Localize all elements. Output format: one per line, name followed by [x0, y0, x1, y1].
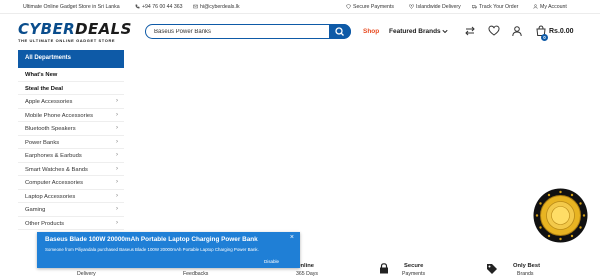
compare-icon[interactable] [464, 25, 476, 37]
lock-icon [380, 263, 388, 274]
truck-icon [472, 5, 477, 9]
location-pin-icon [409, 4, 414, 9]
chevron-right-icon: › [116, 152, 118, 158]
feature-brands: Only Best Brands [486, 258, 556, 278]
chevron-right-icon: › [116, 138, 118, 145]
notification-message: Someone from Piliyandala purchased Baseu… [45, 247, 259, 252]
sidebar-item[interactable]: Computer Accessories › [18, 176, 124, 190]
chevron-right-icon: › [116, 165, 118, 172]
sidebar-item-label: Earphones & Earbuds [25, 153, 82, 159]
sidebar-item[interactable]: Gaming › [18, 203, 124, 217]
logo-tagline: THE ULTIMATE ONLINE GADGET STORE [18, 38, 116, 43]
sidebar-item[interactable]: What's New [18, 68, 124, 82]
chevron-right-icon: › [116, 98, 118, 104]
store-tagline: Ultimate Online Gadget Store in Sri Lank… [23, 4, 120, 10]
my-account-label: My Account [540, 4, 567, 10]
feature-feedbacks-sub: Feedbacks [183, 271, 209, 277]
track-order-label: Track Your Order [479, 4, 519, 10]
search-button[interactable] [329, 23, 351, 39]
feature-secure-sub: Payments [402, 271, 426, 277]
top-bar: Ultimate Online Gadget Store in Sri Lank… [0, 0, 600, 14]
sidebar-item[interactable]: Steal the Deal [18, 82, 124, 95]
notification-title: Baseus Blade 100W 20000mAh Portable Lapt… [45, 236, 258, 243]
nav-shop-link[interactable]: Shop [363, 28, 379, 35]
sidebar-item-label: Mobile Phone Accessories [25, 112, 93, 119]
phone-number: +94 76 00 44 363 [142, 4, 183, 10]
feature-online-sub: 365 Days [296, 271, 318, 277]
account-icon[interactable] [511, 25, 523, 37]
islandwide-delivery-label: Islandwide Delivery [416, 4, 461, 10]
sidebar-item-label: Bluetooth Speakers [25, 126, 76, 132]
feature-brands-label: Only Best [513, 263, 541, 269]
sidebar-item-label: Smart Watches & Bands [25, 166, 88, 173]
sidebar-item[interactable]: Bluetooth Speakers › [18, 122, 124, 136]
sidebar-item[interactable]: Laptop Accessories › [18, 190, 124, 203]
logo-wordmark: CYBERDEALS [18, 20, 132, 38]
feature-secure: Secure Payments [378, 258, 438, 278]
chevron-right-icon: › [116, 219, 118, 226]
close-icon[interactable]: × [290, 234, 294, 241]
feature-brands-sub: Brands [517, 271, 534, 277]
chevron-right-icon: › [116, 192, 118, 199]
featured-brands-label: Featured Brands [389, 28, 441, 35]
sidebar-item[interactable]: Power Banks › [18, 136, 124, 149]
chevron-right-icon: › [116, 206, 118, 212]
phone-link[interactable]: +94 76 00 44 363 [135, 4, 183, 10]
shield-icon [346, 4, 351, 9]
sidebar-item-label: Other Products [25, 220, 64, 227]
purchase-notification[interactable]: Baseus Blade 100W 20000mAh Portable Lapt… [37, 232, 300, 268]
sidebar-item[interactable]: Apple Accessories › [18, 95, 124, 109]
site-logo[interactable]: CYBERDEALS THE ULTIMATE ONLINE GADGET ST… [18, 20, 132, 44]
trust-seal-badge[interactable] [533, 188, 588, 243]
nav-featured-brands[interactable]: Featured Brands [389, 28, 449, 35]
sidebar-item-label: Gaming [25, 207, 46, 213]
track-order-link[interactable]: Track Your Order [472, 4, 518, 10]
search-bar [145, 23, 351, 39]
email-link[interactable]: hi@cyberdeals.lk [193, 4, 240, 10]
cart-total[interactable]: Rs.0.00 [549, 28, 574, 35]
cart-count-badge: 0 [541, 34, 548, 41]
sidebar-item-label: Steal the Deal [25, 85, 64, 92]
header: CYBERDEALS THE ULTIMATE ONLINE GADGET ST… [0, 14, 600, 48]
my-account-link[interactable]: My Account [533, 4, 567, 10]
sidebar-item-label: Computer Accessories [25, 180, 83, 186]
sidebar-item-label: Apple Accessories [25, 99, 73, 105]
sidebar-item[interactable]: Smart Watches & Bands › [18, 163, 124, 176]
secure-payments-link[interactable]: Secure Payments [346, 4, 394, 10]
sidebar-item-label: Laptop Accessories [25, 193, 76, 200]
sidebar-item[interactable]: Other Products › [18, 217, 124, 230]
phone-icon [135, 4, 140, 9]
search-input[interactable] [154, 26, 324, 37]
search-icon [335, 27, 344, 36]
sidebar-item[interactable]: Earphones & Earbuds › [18, 149, 124, 163]
sidebar-item-label: What's New [25, 72, 58, 78]
chevron-down-icon [442, 29, 449, 34]
notification-disable-link[interactable]: Disable [264, 259, 279, 264]
sidebar-item[interactable]: Mobile Phone Accessories › [18, 109, 124, 122]
feature-online: Online 365 Days [296, 258, 356, 278]
islandwide-delivery-link[interactable]: Islandwide Delivery [409, 4, 461, 10]
feature-delivery-sub: Delivery [77, 271, 96, 277]
secure-payments-label: Secure Payments [353, 4, 394, 10]
sidebar-item-label: Power Banks [25, 139, 60, 146]
feature-secure-label: Secure [404, 263, 424, 269]
chevron-right-icon: › [116, 111, 118, 118]
chevron-right-icon: › [116, 179, 118, 185]
departments-header[interactable]: All Departments [18, 50, 124, 68]
heart-icon[interactable] [488, 25, 500, 37]
user-icon [533, 4, 538, 9]
tag-icon [487, 264, 497, 274]
mail-icon [193, 4, 198, 9]
email-address: hi@cyberdeals.lk [200, 4, 240, 10]
chevron-right-icon: › [116, 125, 118, 131]
